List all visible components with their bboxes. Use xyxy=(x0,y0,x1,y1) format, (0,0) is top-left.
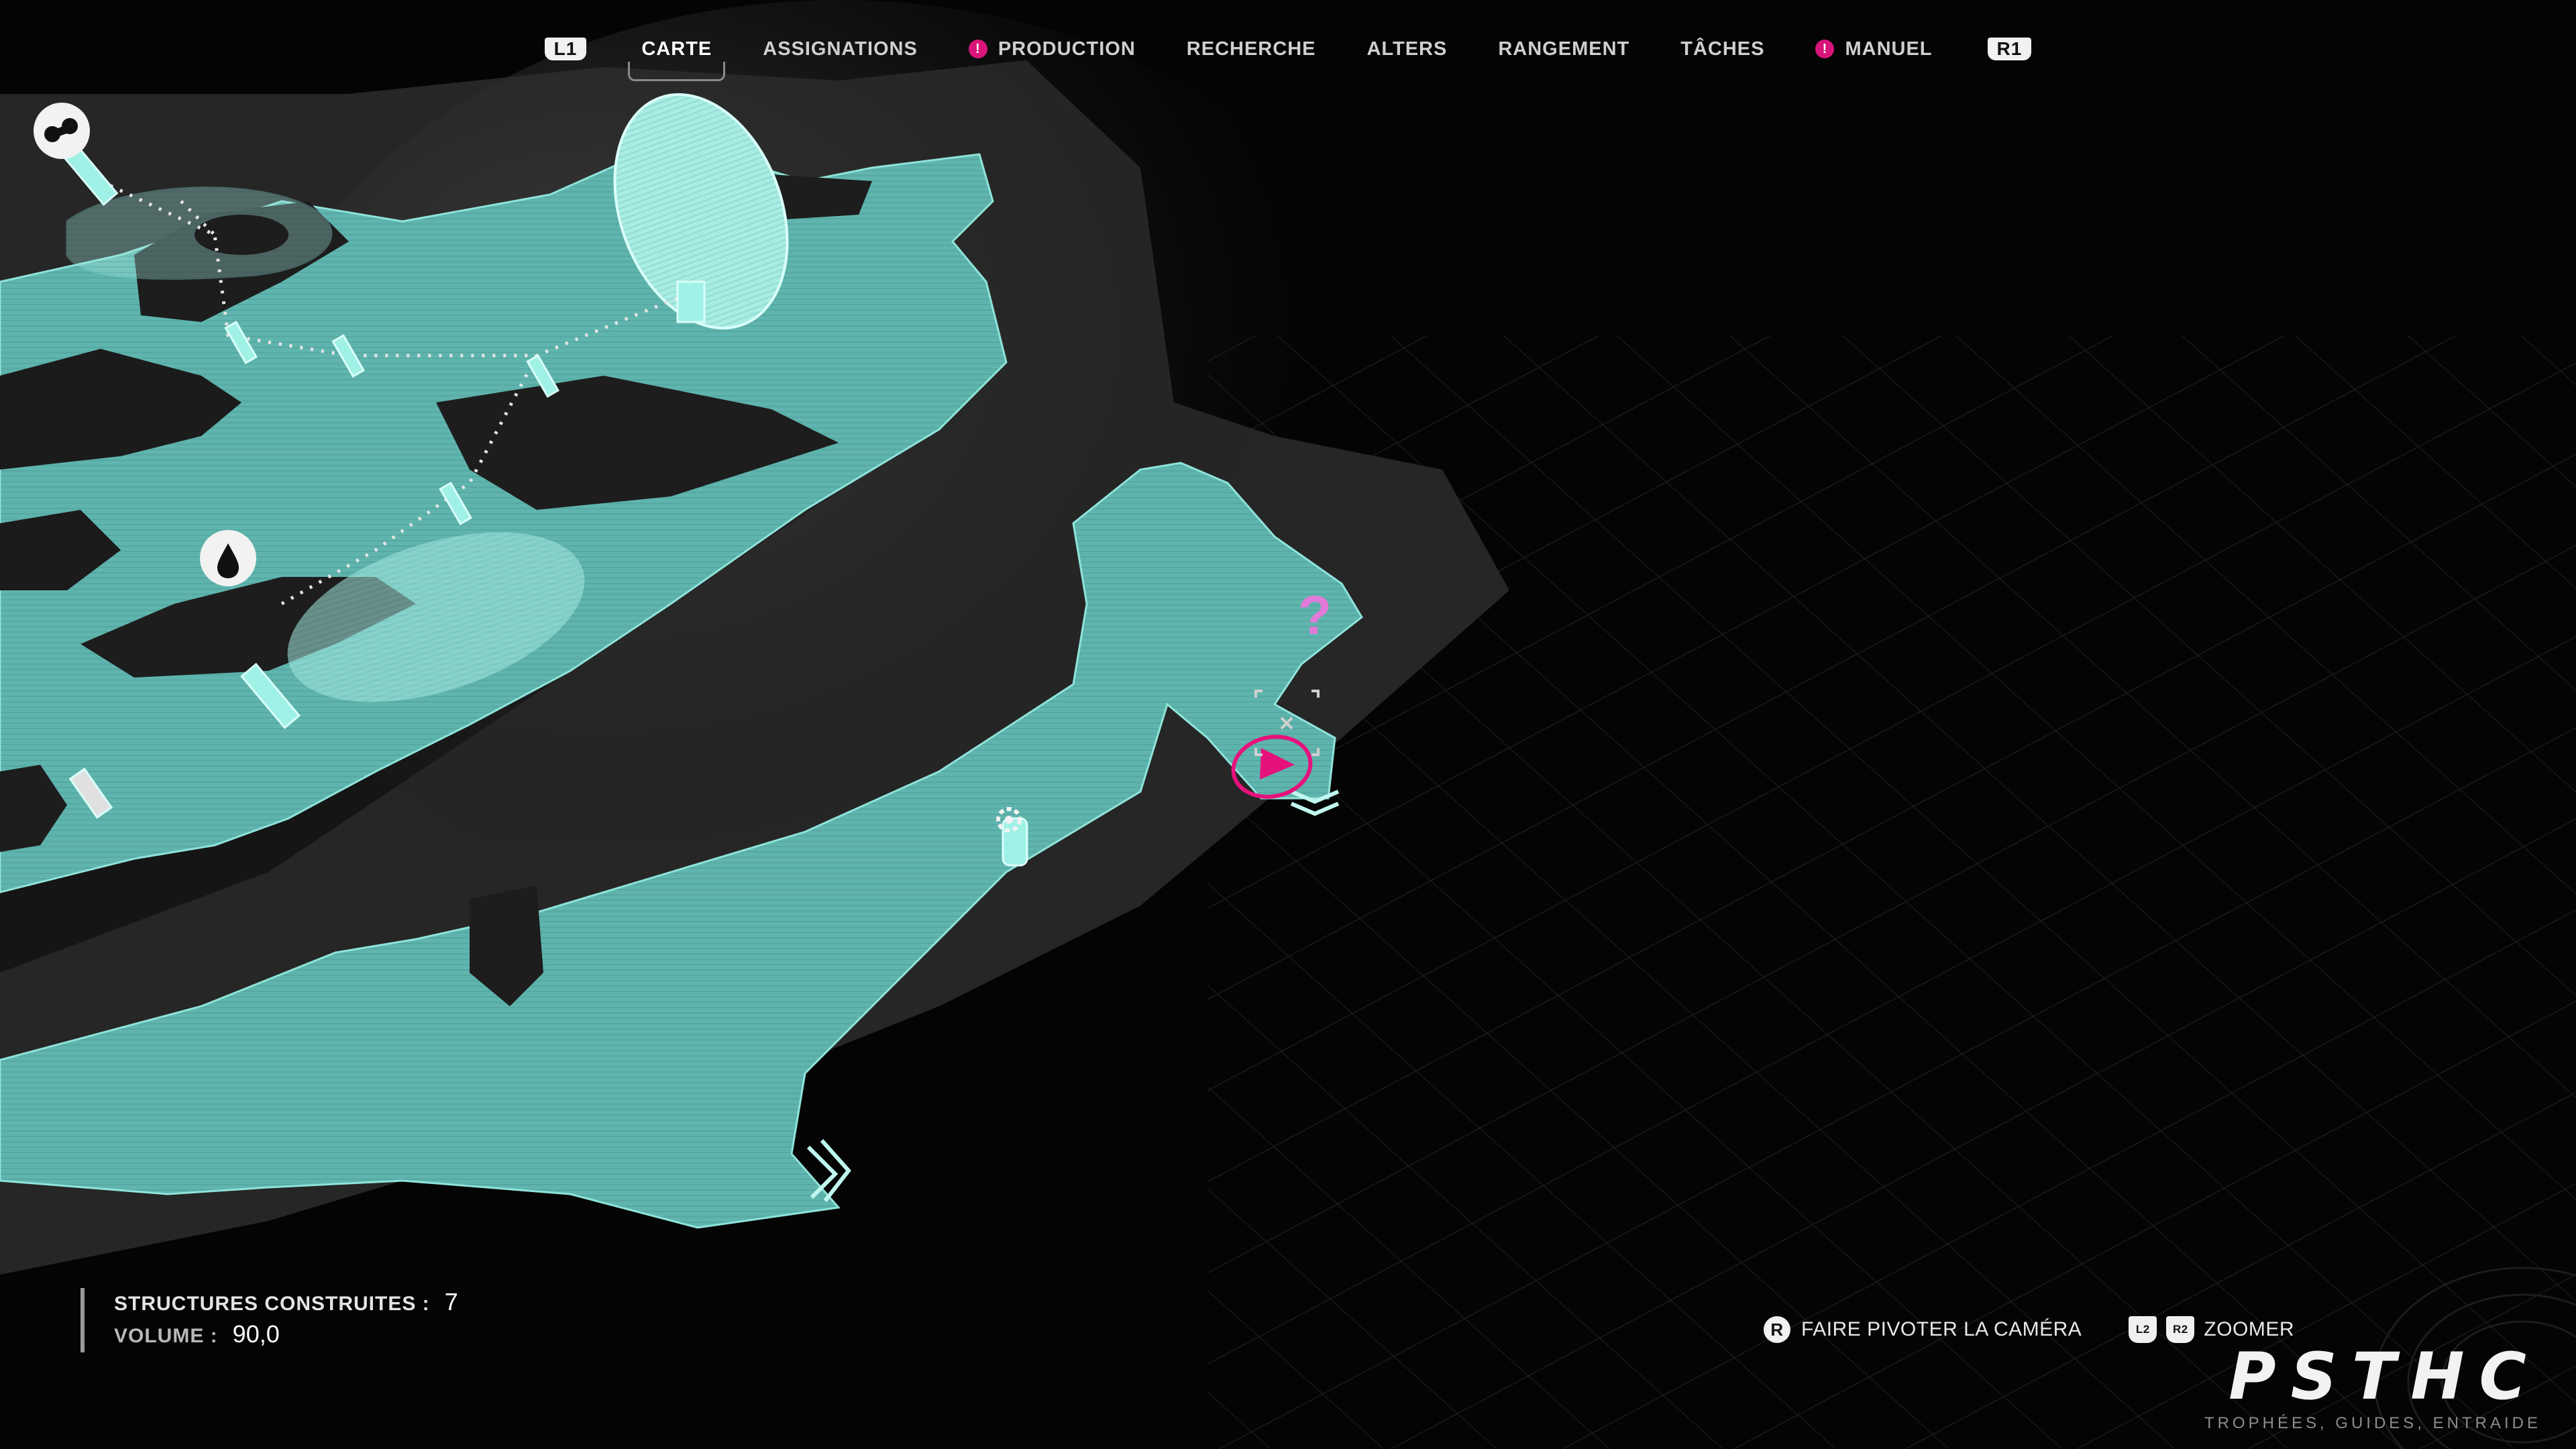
water-pin-icon[interactable] xyxy=(200,530,256,586)
top-navigation: L1 CARTE ASSIGNATIONS ! PRODUCTION RECHE… xyxy=(0,19,2576,81)
zoom-label: ZOOMER xyxy=(2204,1318,2294,1340)
right-stick-icon: R xyxy=(1764,1316,1791,1343)
volume-label: VOLUME : xyxy=(114,1325,218,1347)
next-tab-button[interactable]: R1 xyxy=(1987,38,2032,60)
watermark-subtitle: TROPHÉES, GUIDES, ENTRAIDE xyxy=(2204,1414,2541,1432)
tab-label: ALTERS xyxy=(1366,38,1448,60)
r2-trigger-icon: R2 xyxy=(2166,1316,2195,1343)
tab-label: ASSIGNATIONS xyxy=(763,38,918,60)
tab-carte[interactable]: CARTE xyxy=(616,22,737,81)
tab-label: RECHERCHE xyxy=(1186,38,1316,60)
tab-production[interactable]: ! PRODUCTION xyxy=(943,22,1161,76)
volume-value: 90,0 xyxy=(232,1320,280,1348)
structures-value: 7 xyxy=(444,1288,458,1316)
lake-ring-hole xyxy=(195,215,288,255)
control-hints: R FAIRE PIVOTER LA CAMÉRA L2 R2 ZOOMER xyxy=(1764,1316,2294,1343)
tab-alters[interactable]: ALTERS xyxy=(1341,22,1472,76)
watermark-title: PSTHC xyxy=(2229,1339,2541,1414)
unknown-marker[interactable]: ? xyxy=(1298,585,1332,646)
prev-tab-button[interactable]: L1 xyxy=(544,38,587,60)
tab-label: TÂCHES xyxy=(1680,38,1765,60)
tab-recherche[interactable]: RECHERCHE xyxy=(1161,22,1342,76)
watermark-logo: PSTHC TROPHÉES, GUIDES, ENTRAIDE xyxy=(2204,1344,2541,1433)
build-stats: STRUCTURES CONSTRUITES : 7 VOLUME : 90,0 xyxy=(80,1288,458,1352)
tab-label: CARTE xyxy=(641,38,712,60)
alert-icon: ! xyxy=(968,40,987,58)
tab-taches[interactable]: TÂCHES xyxy=(1655,22,1790,76)
structures-row: STRUCTURES CONSTRUITES : 7 xyxy=(114,1288,458,1320)
tab-label: PRODUCTION xyxy=(998,38,1136,60)
rotate-camera-label: FAIRE PIVOTER LA CAMÉRA xyxy=(1801,1318,2082,1340)
tab-rangement[interactable]: RANGEMENT xyxy=(1472,22,1655,76)
tab-assignations[interactable]: ASSIGNATIONS xyxy=(737,22,943,76)
structures-label: STRUCTURES CONSTRUITES : xyxy=(114,1293,430,1315)
tab-label: MANUEL xyxy=(1845,38,1933,60)
resource-pin-icon[interactable] xyxy=(34,103,90,159)
tab-label: RANGEMENT xyxy=(1498,38,1630,60)
volume-row: VOLUME : 90,0 xyxy=(114,1320,458,1352)
map-canvas[interactable]: ? xyxy=(0,0,2576,1449)
tab-manuel[interactable]: ! MANUEL xyxy=(1790,22,1957,76)
l2-trigger-icon: L2 xyxy=(2129,1316,2157,1343)
alert-icon: ! xyxy=(1815,40,1835,58)
